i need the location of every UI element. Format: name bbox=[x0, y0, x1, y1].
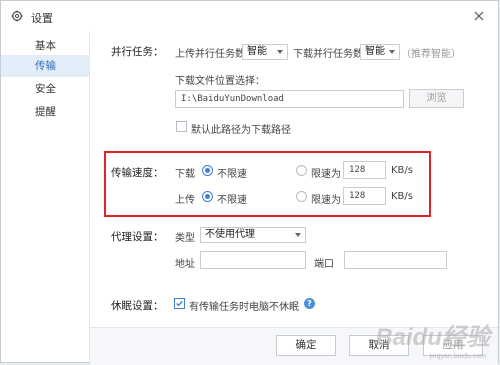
download-parallel-select[interactable]: 智能 bbox=[360, 44, 400, 60]
proxy-type-select[interactable]: 不使用代理 bbox=[200, 227, 306, 243]
download-speed-unit: KB/s bbox=[391, 165, 413, 176]
parallel-hint: （推荐智能） bbox=[401, 49, 461, 60]
parallel-section-title: 并行任务： bbox=[111, 46, 164, 58]
default-path-label: 默认此路径为下载路径 bbox=[191, 125, 291, 136]
sidebar-item-transfer[interactable]: 传输 bbox=[1, 55, 89, 77]
upload-unlimited-label: 不限速 bbox=[217, 195, 247, 206]
download-limit-field[interactable]: 128 bbox=[343, 161, 386, 179]
no-sleep-checkbox[interactable] bbox=[174, 298, 185, 309]
upload-parallel-select[interactable]: 智能 bbox=[242, 44, 288, 60]
upload-parallel-label: 上传并行任务数 bbox=[175, 49, 245, 60]
speed-section-title: 传输速度： bbox=[111, 167, 164, 179]
help-icon[interactable]: ? bbox=[304, 298, 315, 309]
settings-window: 设置 基本 传输 安全 提醒 并行任务： 上传并行任务数 智能 下载并行任务数 … bbox=[0, 0, 499, 365]
browse-button[interactable]: 浏览 bbox=[409, 89, 464, 108]
upload-limit-field[interactable]: 128 bbox=[343, 187, 386, 205]
proxy-port-label: 端口 bbox=[314, 259, 334, 270]
proxy-address-label: 地址 bbox=[175, 259, 195, 270]
upload-speed-label: 上传 bbox=[175, 195, 195, 206]
download-location-label: 下载文件位置选择： bbox=[175, 76, 265, 87]
chevron-down-icon bbox=[277, 50, 283, 54]
upload-parallel-value: 智能 bbox=[247, 46, 267, 57]
watermark-url: jingyan.baidu.com bbox=[429, 353, 486, 360]
title-bar: 设置 bbox=[1, 1, 498, 31]
default-path-checkbox[interactable] bbox=[176, 121, 187, 132]
proxy-section-title: 代理设置： bbox=[111, 231, 164, 243]
download-unlimited-radio[interactable] bbox=[202, 165, 213, 176]
download-path-field[interactable]: I:\BaiduYunDownload bbox=[175, 90, 404, 108]
upload-unlimited-radio[interactable] bbox=[202, 191, 213, 202]
settings-content: 并行任务： 上传并行任务数 智能 下载并行任务数 智能 （推荐智能） 下载文件位… bbox=[90, 31, 498, 365]
sidebar-item-reminder[interactable]: 提醒 bbox=[1, 101, 89, 123]
checkmark-icon bbox=[176, 300, 183, 307]
window-title: 设置 bbox=[31, 12, 53, 25]
proxy-type-label: 类型 bbox=[175, 233, 195, 244]
download-parallel-label: 下载并行任务数 bbox=[293, 49, 363, 60]
proxy-type-value: 不使用代理 bbox=[205, 229, 255, 240]
proxy-port-field[interactable] bbox=[344, 251, 447, 269]
settings-sidebar: 基本 传输 安全 提醒 bbox=[1, 31, 90, 362]
watermark-logo: Baidu经验 bbox=[375, 324, 490, 351]
upload-speed-unit: KB/s bbox=[391, 191, 413, 202]
chevron-down-icon bbox=[389, 50, 395, 54]
download-unlimited-label: 不限速 bbox=[217, 169, 247, 180]
settings-gear-icon bbox=[11, 10, 23, 22]
upload-limit-label: 限速为 bbox=[311, 195, 341, 206]
sleep-section-title: 休眠设置： bbox=[111, 300, 164, 312]
download-speed-label: 下载 bbox=[175, 169, 195, 180]
download-limit-radio[interactable] bbox=[296, 165, 307, 176]
sidebar-item-basic[interactable]: 基本 bbox=[1, 35, 89, 57]
proxy-address-field[interactable] bbox=[200, 251, 306, 269]
sidebar-item-security[interactable]: 安全 bbox=[1, 78, 89, 100]
upload-limit-radio[interactable] bbox=[296, 191, 307, 202]
close-icon[interactable] bbox=[470, 7, 488, 25]
no-sleep-label: 有传输任务时电脑不休眠 bbox=[189, 302, 299, 313]
download-limit-label: 限速为 bbox=[311, 169, 341, 180]
download-parallel-value: 智能 bbox=[365, 46, 385, 57]
ok-button[interactable]: 确定 bbox=[276, 335, 336, 356]
chevron-down-icon bbox=[295, 233, 301, 237]
